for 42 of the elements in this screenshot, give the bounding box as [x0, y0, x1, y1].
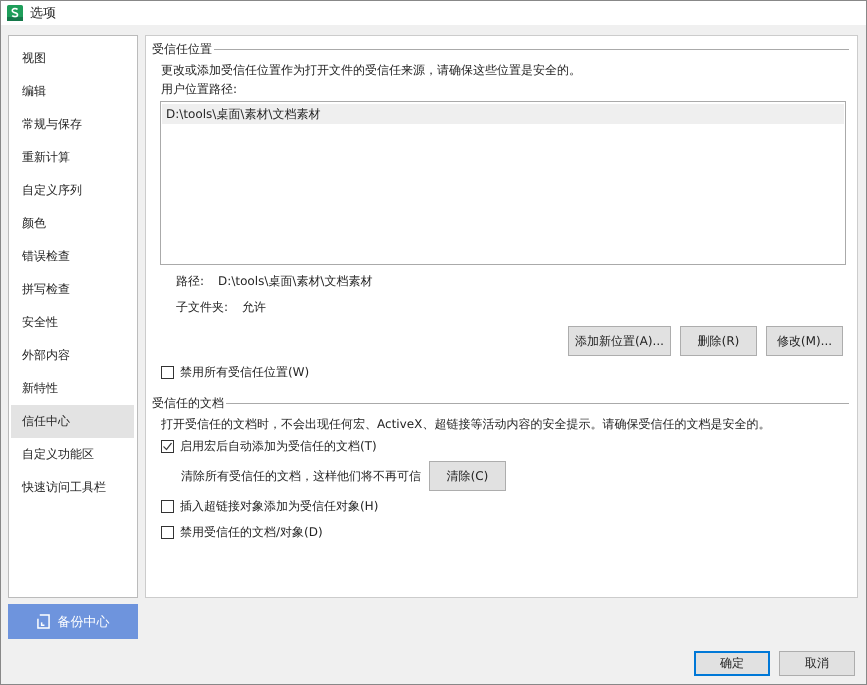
sidebar-item[interactable]: 错误检查 [11, 240, 134, 273]
dialog-button[interactable]: 确定 [694, 651, 770, 676]
sidebar-item[interactable]: 新特性 [11, 372, 134, 405]
action-button[interactable]: 删除(R) [680, 326, 757, 356]
detail-label: 路径: [176, 273, 204, 290]
action-button[interactable]: 修改(M)... [766, 326, 843, 356]
checkbox-label: 插入超链接对象添加为受信任对象(H) [180, 498, 378, 514]
checkbox-label: 禁用所有受信任位置(W) [180, 364, 310, 380]
checkbox[interactable] [161, 500, 174, 512]
detail-value: D:\tools\桌面\素材\文档素材 [218, 273, 372, 290]
dialog-button[interactable]: 取消 [779, 651, 855, 676]
checkbox-label: 启用宏后自动添加为受信任的文档(T) [180, 438, 377, 454]
list-label: 用户位置路径: [160, 81, 238, 98]
sidebar-item[interactable]: 重新计算 [11, 141, 134, 174]
sidebar-item[interactable]: 自定义功能区 [11, 438, 134, 471]
checkbox[interactable] [161, 440, 174, 452]
sidebar-item[interactable]: 外部内容 [11, 339, 134, 372]
description-text: 更改或添加受信任位置作为打开文件的受信任来源，请确保这些位置是安全的。 [160, 62, 582, 79]
sidebar-item[interactable]: 信任中心 [11, 405, 134, 438]
sidebar-item[interactable]: 颜色 [11, 207, 134, 240]
path-list-item[interactable]: D:\tools\桌面\素材\文档素材 [162, 104, 844, 124]
checkbox-label: 禁用受信任的文档/对象(D) [180, 524, 323, 540]
window-title: 选项 [30, 5, 56, 22]
section-heading: 受信任的文档 [152, 394, 224, 412]
clear-button[interactable]: 清除(C) [429, 461, 506, 491]
sidebar-item[interactable]: 编辑 [11, 75, 134, 108]
detail-label: 子文件夹: [176, 299, 228, 316]
sidebar-item[interactable]: 安全性 [11, 306, 134, 339]
clear-description: 清除所有受信任的文档，这样他们将不再可信 [181, 468, 421, 484]
sidebar-item[interactable]: 拼写检查 [11, 273, 134, 306]
sidebar-item[interactable]: 自定义序列 [11, 174, 134, 207]
app-icon [7, 5, 23, 21]
description-text: 打开受信任的文档时，不会出现任何宏、ActiveX、超链接等活动内容的安全提示。请确保受信任的文档是安全的。 [160, 416, 772, 433]
checkbox[interactable] [161, 526, 174, 538]
sidebar-item[interactable]: 视图 [11, 42, 134, 75]
sidebar-item[interactable]: 常规与保存 [11, 108, 134, 141]
section-heading: 受信任位置 [152, 40, 212, 58]
document-icon [36, 614, 50, 629]
checkbox[interactable] [161, 366, 174, 378]
detail-value: 允许 [242, 299, 266, 316]
sidebar-item[interactable]: 快速访问工具栏 [11, 471, 134, 504]
action-button[interactable]: 添加新位置(A)... [568, 326, 671, 356]
